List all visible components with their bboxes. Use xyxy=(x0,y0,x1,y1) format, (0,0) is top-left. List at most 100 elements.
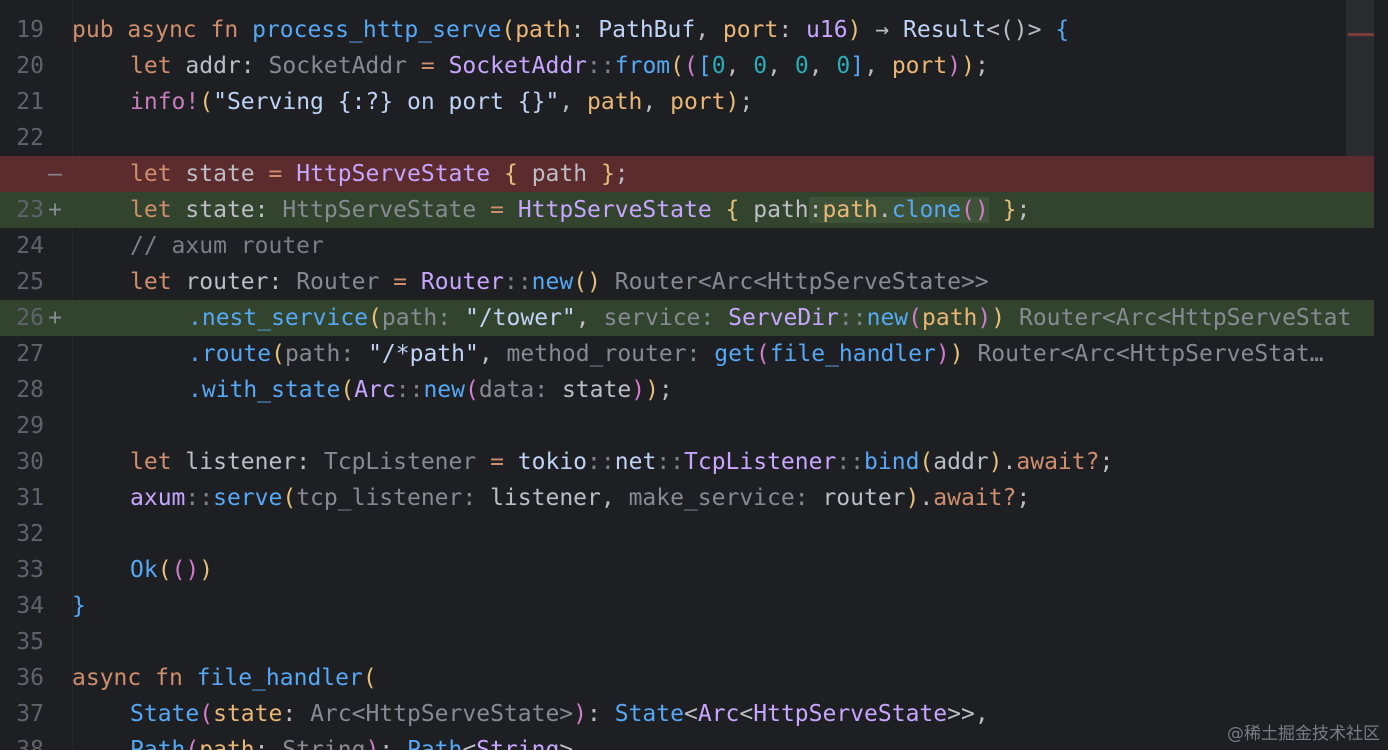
code-token: async xyxy=(127,17,197,43)
code-token: : xyxy=(778,17,807,43)
code-token: ) xyxy=(949,341,964,367)
code-line[interactable]: 32 xyxy=(0,516,1374,552)
code-token: . xyxy=(1002,449,1017,475)
code-content[interactable]: Path(path: String): Path<String>, xyxy=(72,732,1374,750)
code-token: String xyxy=(476,737,560,750)
code-content[interactable]: State(state: Arc<HttpServeState>): State… xyxy=(72,696,1374,732)
vertical-scrollbar[interactable] xyxy=(1374,0,1388,750)
code-content[interactable]: let state: HttpServeState = HttpServeSta… xyxy=(72,192,1374,228)
code-token: "/*path" xyxy=(368,341,479,367)
line-number: 26 xyxy=(16,305,44,331)
code-token: fn xyxy=(155,665,183,691)
line-number: 34 xyxy=(16,593,44,619)
code-token: router xyxy=(822,485,906,511)
code-content[interactable]: .with_state(Arc::new(data: state)); xyxy=(72,372,1374,408)
code-token: async xyxy=(72,665,142,691)
code-content[interactable]: let addr: SocketAddr = SocketAddr::from(… xyxy=(72,48,1374,84)
code-line[interactable]: 38 Path(path: String): Path<String>, xyxy=(0,732,1374,750)
line-number: 32 xyxy=(16,521,44,547)
code-token: path xyxy=(822,197,878,223)
code-line[interactable]: 37 State(state: Arc<HttpServeState>): St… xyxy=(0,696,1374,732)
code-content[interactable]: let router: Router = Router::new() Route… xyxy=(72,264,1374,300)
code-line-added[interactable]: 26 + .nest_service(path: "/tower", servi… xyxy=(0,300,1374,336)
code-token: ( xyxy=(271,341,285,367)
code-token: u16 xyxy=(806,17,848,43)
diff-deleted-marker[interactable]: — xyxy=(44,156,66,192)
code-content[interactable]: axum::serve(tcp_listener: listener, make… xyxy=(72,480,1374,516)
code-token: await? xyxy=(933,485,1017,511)
code-content[interactable]: pub async fn process_http_serve(path: Pa… xyxy=(72,12,1374,48)
code-token: >, xyxy=(559,737,588,750)
code-token: Arc xyxy=(354,377,396,403)
code-content[interactable]: async fn file_handler( xyxy=(72,660,1374,696)
inlay-type-hint: Router<Arc<HttpServeState>> xyxy=(614,269,989,295)
diff-added-marker[interactable]: + xyxy=(44,192,66,228)
code-token: info! xyxy=(130,89,200,115)
code-line[interactable]: 33 Ok(()) xyxy=(0,552,1374,588)
code-token: listener xyxy=(490,485,601,511)
code-token: >>, xyxy=(947,701,989,727)
code-token: let xyxy=(130,269,172,295)
inlay-type-hint: Router<Arc<HttpServeStat xyxy=(1018,305,1352,331)
code-token: HttpServeState xyxy=(753,701,948,727)
code-token: let xyxy=(130,197,172,223)
code-line-deleted[interactable]: — let state = HttpServeState { path }; xyxy=(0,156,1374,192)
code-token: ; xyxy=(1016,197,1031,223)
code-token: ( xyxy=(501,17,516,43)
code-line[interactable]: 28 .with_state(Arc::new(data: state)); xyxy=(0,372,1374,408)
code-line[interactable]: 29 xyxy=(0,408,1374,444)
code-token: PathBuf xyxy=(598,17,696,43)
code-token: :: xyxy=(395,377,424,403)
code-token: ( xyxy=(908,305,922,331)
code-token: let xyxy=(130,449,172,475)
code-token: Result xyxy=(903,17,987,43)
code-line[interactable]: 31 axum::serve(tcp_listener: listener, m… xyxy=(0,480,1374,516)
code-content[interactable]: } xyxy=(72,588,1374,624)
code-line[interactable]: 34 } xyxy=(0,588,1374,624)
code-line[interactable]: 20 let addr: SocketAddr = SocketAddr::fr… xyxy=(0,48,1374,84)
code-content[interactable]: // axum router xyxy=(72,228,1374,264)
code-line[interactable]: 27 .route(path: "/*path", method_router:… xyxy=(0,336,1374,372)
code-token: ( xyxy=(670,53,684,79)
code-token: ) xyxy=(988,449,1003,475)
line-number: 27 xyxy=(16,341,44,367)
code-content[interactable]: let state = HttpServeState { path }; xyxy=(72,156,1374,192)
code-token: :: xyxy=(656,449,684,475)
code-token: path xyxy=(199,737,255,750)
code-token: Path xyxy=(407,737,463,750)
code-line-added[interactable]: 23 + let state: HttpServeState = HttpSer… xyxy=(0,192,1374,228)
code-line[interactable]: 35 xyxy=(0,624,1374,660)
code-token: file_handler xyxy=(196,665,363,691)
code-token: ( xyxy=(282,485,297,511)
code-token: . xyxy=(919,485,934,511)
line-number: 21 xyxy=(16,89,44,115)
code-token: : xyxy=(379,737,407,750)
code-content[interactable]: let listener: TcpListener = tokio::net::… xyxy=(72,444,1374,480)
code-line[interactable]: 22 xyxy=(0,120,1374,156)
inlay-param-hint: service: xyxy=(603,305,715,331)
code-line[interactable]: 24 // axum router xyxy=(0,228,1374,264)
code-line[interactable]: 25 let router: Router = Router::new() Ro… xyxy=(0,264,1374,300)
code-token: ; xyxy=(739,89,754,115)
code-token: State xyxy=(130,701,200,727)
code-line[interactable]: 19 pub async fn process_http_serve(path:… xyxy=(0,12,1374,48)
code-token: path xyxy=(515,17,571,43)
code-line[interactable]: 36 async fn file_handler( xyxy=(0,660,1374,696)
code-token: State xyxy=(614,701,684,727)
code-token: ( xyxy=(199,89,214,115)
code-line[interactable]: 30 let listener: TcpListener = tokio::ne… xyxy=(0,444,1374,480)
code-token: { xyxy=(503,161,518,187)
diff-added-marker[interactable]: + xyxy=(44,300,66,336)
code-editor[interactable]: 19 pub async fn process_http_serve(path:… xyxy=(0,0,1388,750)
code-content[interactable]: info!("Serving {:?} on port {}", path, p… xyxy=(72,84,1374,120)
code-token: .route xyxy=(188,341,272,367)
code-token: : xyxy=(296,449,324,475)
code-token: , xyxy=(864,53,892,79)
code-content[interactable]: Ok(()) xyxy=(72,552,1374,588)
code-token: ; xyxy=(614,161,629,187)
code-content[interactable]: .route(path: "/*path", method_router: ge… xyxy=(72,336,1374,372)
code-line[interactable]: 21 info!("Serving {:?} on port {}", path… xyxy=(0,84,1374,120)
code-content[interactable]: .nest_service(path: "/tower", service: S… xyxy=(72,300,1374,336)
code-area[interactable]: 19 pub async fn process_http_serve(path:… xyxy=(0,12,1374,750)
code-token: Router xyxy=(296,269,380,295)
